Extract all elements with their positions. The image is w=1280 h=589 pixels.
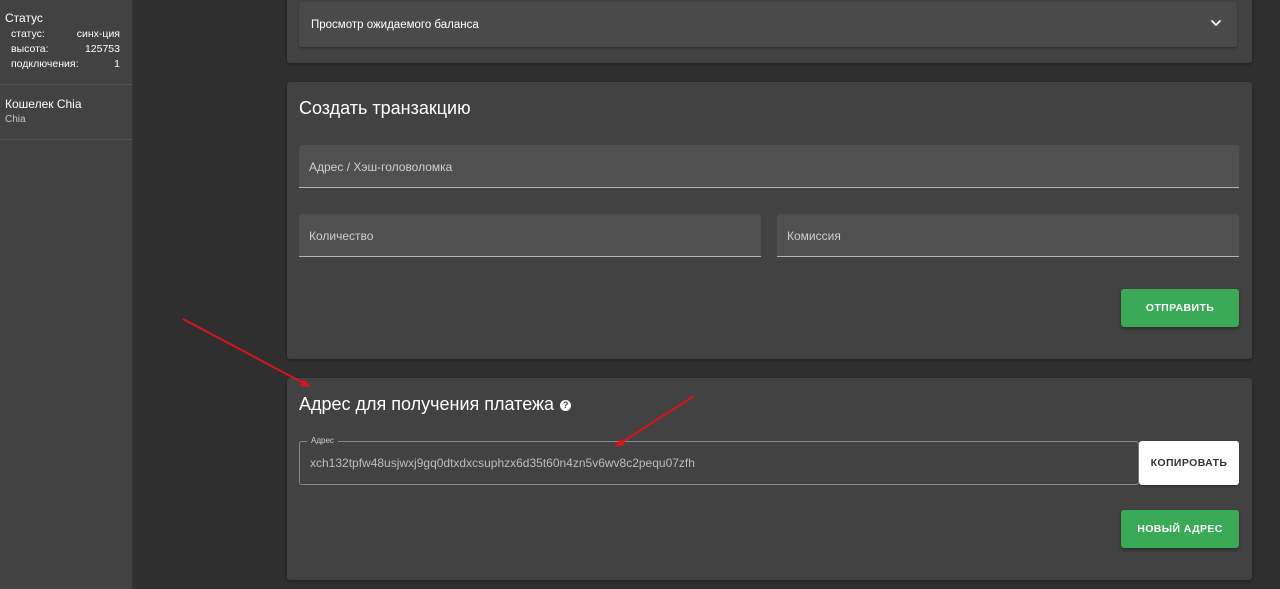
address-field-label: Адрес [307,436,338,445]
status-title: Статус [5,11,43,25]
height-label: высота: [11,43,49,55]
amount-input[interactable]: Количество [299,214,761,257]
pending-balance-label: Просмотр ожидаемого баланса [311,19,479,31]
connections-value: 1 [114,58,120,70]
sidebar-item-chia-wallet[interactable]: Кошелек Chia Chia [0,85,132,140]
amount-placeholder: Количество [309,229,374,243]
receive-address-card: Адрес для получения платежа? Адрес xch13… [287,378,1252,580]
create-transaction-title: Создать транзакцию [299,98,471,118]
send-button[interactable]: ОТПРАВИТЬ [1121,289,1239,327]
status-row-height: высота: 125753 [5,42,132,57]
status-panel: Статус статус: синх-ция высота: 125753 п… [0,0,132,85]
create-transaction-card: Создать транзакцию Адрес / Хэш-головолом… [287,82,1252,359]
copy-button[interactable]: КОПИРОВАТЬ [1139,441,1239,485]
status-value: синх-ция [76,28,120,40]
fee-input[interactable]: Комиссия [777,214,1239,257]
help-circle-icon[interactable]: ? [560,400,572,411]
receive-address-title: Адрес для получения платежа? [299,394,572,415]
receive-title-text: Адрес для получения платежа [299,394,555,414]
pending-balance-expander[interactable]: Просмотр ожидаемого баланса [299,2,1237,47]
address-placeholder: Адрес / Хэш-головоломка [309,160,453,174]
receive-address-field[interactable]: Адрес xch132tpfw48usjwxj9gq0dtxdxcsuphzx… [299,436,1139,485]
status-label: статус: [11,28,45,40]
balance-card: Просмотр ожидаемого баланса [287,0,1252,63]
chevron-down-icon [1211,20,1221,26]
sidebar: Статус статус: синх-ция высота: 125753 п… [0,0,133,589]
status-row-status: статус: синх-ция [5,27,132,42]
height-value: 125753 [84,43,120,55]
wallet-subtitle: Chia [5,114,26,125]
wallet-title: Кошелек Chia [5,97,82,111]
fee-placeholder: Комиссия [787,229,841,243]
status-row-connections: подключения: 1 [5,57,132,72]
connections-label: подключения: [11,58,79,70]
new-address-button[interactable]: НОВЫЙ АДРЕС [1121,510,1239,548]
address-puzzlehash-input[interactable]: Адрес / Хэш-головоломка [299,145,1239,188]
receive-address-value: xch132tpfw48usjwxj9gq0dtxdxcsuphzx6d35t6… [310,456,695,470]
